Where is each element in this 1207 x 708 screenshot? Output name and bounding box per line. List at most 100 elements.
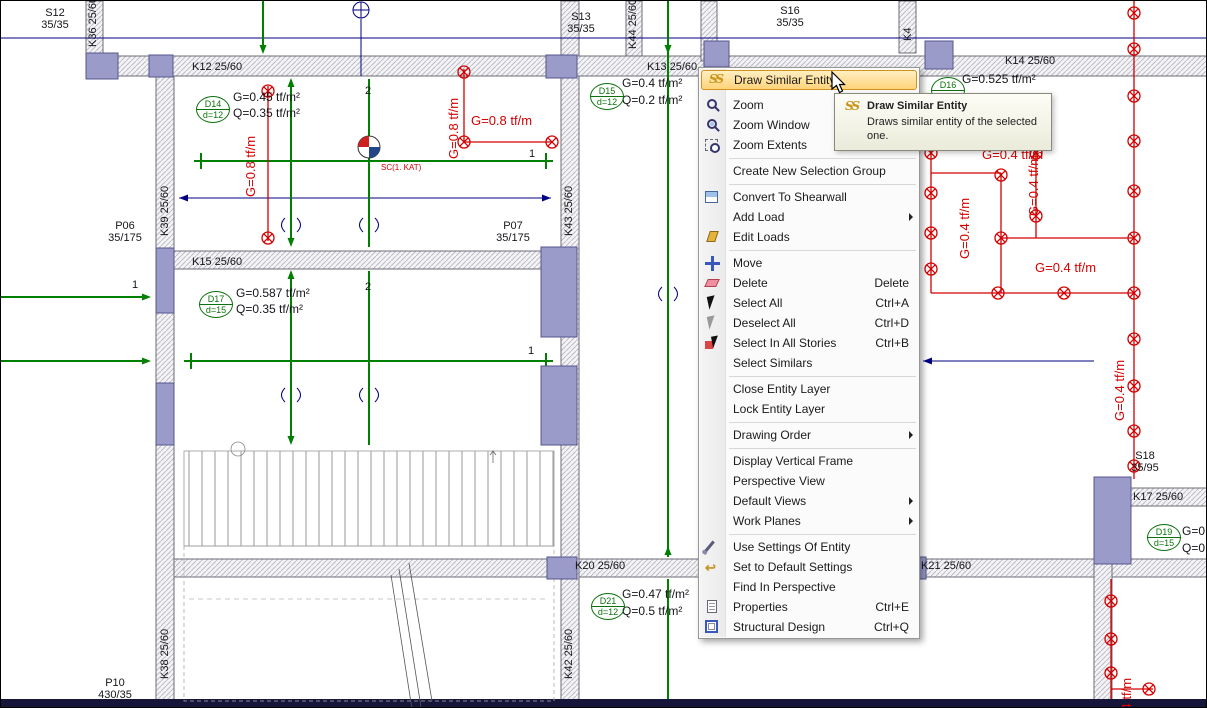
beam-label-k4: K4	[902, 28, 914, 41]
menu-item-find-in-perspective[interactable]: Find In Perspective	[699, 577, 919, 597]
bottom-wall	[1, 699, 1207, 708]
menu-item-drawing-order[interactable]: Drawing Order	[699, 425, 919, 445]
beam-label-k38: K38 25/60	[159, 629, 171, 679]
menu-item-label: Edit Loads	[733, 230, 790, 244]
slab-label-s16: S16 35/35	[766, 5, 814, 30]
axis-number: 2	[365, 281, 371, 293]
menu-item-edit-loads[interactable]: Edit Loads	[699, 227, 919, 247]
menu-item-label: Drawing Order	[733, 428, 811, 442]
beam-label-k12: K12 25/60	[192, 61, 242, 73]
zoom-extents-icon	[705, 139, 718, 151]
menu-item-add-load[interactable]: Add Load	[699, 207, 919, 227]
menu-item-label: Set to Default Settings	[733, 560, 852, 574]
slab-bubble-d15: D15d=12	[590, 83, 624, 110]
slab-load-d17-q: Q=0.35 tf/m²	[236, 303, 303, 316]
slab-bubble-d14: D14d=12	[196, 96, 230, 123]
submenu-arrow-icon	[909, 497, 913, 505]
menu-shortcut: Ctrl+E	[875, 597, 909, 617]
deselect-all-icon	[707, 315, 718, 329]
menu-item-select-in-all-stories[interactable]: Select In All StoriesCtrl+B	[699, 333, 919, 353]
beam-load-red-8: G=0.4 tf/m	[1113, 360, 1128, 421]
slab-load-d15-q: Q=0.2 tf/m²	[622, 94, 682, 107]
axis-number: 1	[528, 345, 534, 357]
menu-shortcut: Ctrl+Q	[874, 617, 909, 637]
move-icon	[705, 256, 720, 271]
section-symbol	[358, 136, 380, 158]
slab-bubble-d19: D19d=15	[1147, 524, 1181, 551]
beam-label-k13: K13 25/60	[647, 61, 697, 73]
menu-item-move[interactable]: Move	[699, 253, 919, 273]
select-stories-icon	[705, 336, 720, 351]
select-all-icon	[707, 295, 718, 309]
default-settings-icon	[705, 558, 716, 578]
cad-viewport: S12 35/35S13 35/35S16 35/35S18 35/95K12 …	[0, 0, 1207, 708]
section-mark-label: SC(1. KAT)	[381, 164, 421, 173]
menu-item-label: Create New Selection Group	[733, 164, 886, 178]
beam-label-k20: K20 25/60	[575, 560, 625, 572]
tooltip-title: Draw Similar Entity	[867, 100, 967, 112]
slab-bubble-d17: D17d=15	[199, 291, 233, 318]
menu-item-create-new-selection-group[interactable]: Create New Selection Group	[699, 161, 919, 181]
menu-item-lock-entity-layer[interactable]: Lock Entity Layer	[699, 399, 919, 419]
menu-item-label: Display Vertical Frame	[733, 454, 853, 468]
slab-label-s12: S12 35/35	[31, 7, 79, 32]
edit-loads-icon	[706, 231, 719, 242]
structural-design-icon	[705, 620, 718, 633]
mouse-cursor-icon	[831, 71, 849, 97]
menu-item-delete[interactable]: Delete Delete	[699, 273, 919, 293]
menu-item-display-vertical-frame[interactable]: Display Vertical Frame	[699, 451, 919, 471]
delete-icon	[704, 279, 720, 287]
beam-label-k39: K39 25/60	[159, 186, 171, 236]
menu-item-tooltip: SS Draw Similar Entity Draws similar ent…	[834, 93, 1052, 151]
menu-item-label: Zoom Window	[733, 118, 810, 132]
submenu-arrow-icon	[909, 213, 913, 221]
context-menu: SSDraw Similar EntityZoomZoom WindowZoom…	[698, 67, 920, 639]
draw-similar-icon: SS	[845, 99, 858, 113]
beam-label-k21: K21 25/60	[921, 560, 971, 572]
menu-item-draw-similar-entity[interactable]: SS Draw Similar Entity	[701, 70, 917, 90]
menu-item-label: Use Settings Of Entity	[733, 540, 850, 554]
menu-item-label: Structural Design	[733, 620, 825, 634]
submenu-arrow-icon	[909, 517, 913, 525]
menu-item-label: Deselect All	[733, 316, 796, 330]
slab-load-d16-g: G=0.525 tf/m²	[962, 73, 1036, 86]
zoom-window-icon	[707, 119, 717, 129]
beam-label-k42: K42 25/60	[563, 629, 575, 679]
menu-item-convert-to-shearwall[interactable]: Convert To Shearwall	[699, 187, 919, 207]
menu-item-label: Close Entity Layer	[733, 382, 830, 396]
beam-load-red-2: G=0.8 tf/m	[447, 98, 462, 159]
menu-item-select-similars[interactable]: Select Similars	[699, 353, 919, 373]
beam-load-red-5: G=0.4 tf/m	[958, 198, 973, 259]
draw-similar-icon: SS	[709, 72, 722, 86]
menu-item-structural-design[interactable]: Structural Design Ctrl+Q	[699, 617, 919, 637]
menu-item-label: Delete	[733, 276, 768, 290]
beam-load-red-1: G=0.8 tf/m	[244, 136, 259, 197]
beam-label-k43: K43 25/60	[563, 186, 575, 236]
properties-icon	[707, 600, 717, 613]
menu-item-set-to-default-settings[interactable]: Set to Default Settings	[699, 557, 919, 577]
menu-item-work-planes[interactable]: Work Planes	[699, 511, 919, 531]
wall-label-p06: P06 35/175	[99, 220, 151, 245]
axis-number: 1	[529, 148, 535, 160]
menu-item-perspective-view[interactable]: Perspective View	[699, 471, 919, 491]
menu-shortcut: Ctrl+B	[875, 333, 909, 353]
tooltip-header: SS Draw Similar Entity	[843, 100, 1043, 112]
beam-label-k17: K17 25/60	[1133, 491, 1183, 503]
menu-item-use-settings-of-entity[interactable]: Use Settings Of Entity	[699, 537, 919, 557]
slab-label-s18: S18 35/95	[1121, 450, 1169, 475]
menu-item-label: Draw Similar Entity	[734, 73, 835, 87]
beam-label-k44: K44 25/60	[627, 0, 639, 49]
menu-shortcut: Delete	[874, 273, 909, 293]
menu-item-select-all[interactable]: Select AllCtrl+A	[699, 293, 919, 313]
menu-item-close-entity-layer[interactable]: Close Entity Layer	[699, 379, 919, 399]
menu-shortcut: Ctrl+D	[875, 313, 909, 333]
settings-entity-icon	[704, 541, 715, 553]
menu-shortcut: Ctrl+A	[875, 293, 909, 313]
tooltip-body: Draws similar entity of the selected one…	[867, 115, 1039, 144]
menu-item-deselect-all[interactable]: Deselect All Ctrl+D	[699, 313, 919, 333]
menu-item-properties[interactable]: PropertiesCtrl+E	[699, 597, 919, 617]
wall-label-p07: P07 35/175	[487, 220, 539, 245]
menu-item-label: Zoom Extents	[733, 138, 807, 152]
menu-item-default-views[interactable]: Default Views	[699, 491, 919, 511]
menu-item-label: Move	[733, 256, 762, 270]
